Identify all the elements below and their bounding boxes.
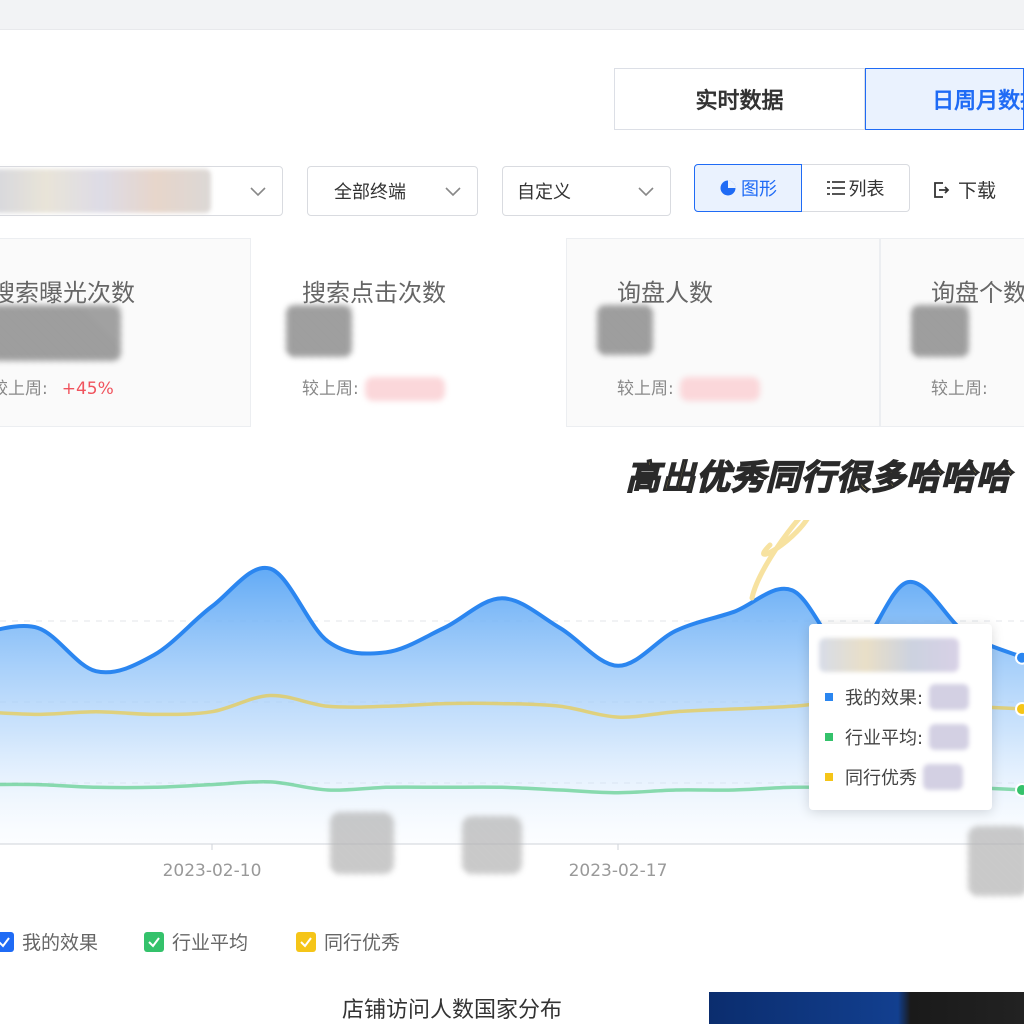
redacted-label — [462, 816, 522, 874]
map-panel — [709, 992, 1024, 1024]
metric-compare-value: +45% — [61, 379, 114, 399]
redacted-value — [0, 169, 211, 213]
tooltip-row-mine: 我的效果: — [825, 684, 970, 710]
chevron-down-icon — [445, 187, 461, 197]
annotation-arrow — [749, 520, 810, 601]
metric-title: 搜索点击次数 — [302, 279, 446, 307]
redacted-label — [330, 812, 394, 874]
chevron-down-icon — [638, 187, 654, 197]
legend-item-excellent[interactable]: 同行优秀 — [296, 928, 400, 955]
date-range-select[interactable]: 自定义 — [502, 166, 671, 216]
metric-compare: 较上周: — [617, 374, 760, 401]
series-point-1 — [1015, 783, 1024, 797]
series-point-2 — [1015, 702, 1024, 716]
metric-compare: 较上周: — [302, 374, 445, 401]
chart-view-label: 图形 — [741, 179, 777, 200]
metric-card-search-clicks[interactable]: 搜索点击次数 较上周: — [251, 238, 566, 427]
redacted-value — [286, 305, 352, 357]
pie-chart-icon — [720, 180, 736, 196]
chart-view-button[interactable]: 图形 — [694, 164, 802, 212]
legend-label: 行业平均 — [172, 932, 249, 954]
chart-tooltip: 我的效果: 行业平均: 同行优秀 — [809, 624, 992, 810]
x-tick-label: 2023-02-17 — [569, 861, 668, 881]
redacted-value — [923, 764, 963, 790]
legend-item-industry[interactable]: 行业平均 — [144, 928, 248, 955]
keyword-select[interactable] — [0, 166, 283, 216]
metric-card-inquiry-users[interactable]: 询盘人数 较上周: — [566, 238, 880, 427]
tooltip-row-excellent: 同行优秀 — [825, 764, 963, 790]
redacted-value — [929, 724, 970, 750]
checkbox-icon — [144, 931, 164, 952]
list-view-button[interactable]: 列表 — [802, 164, 910, 212]
metric-compare: 较上周: — [931, 379, 988, 399]
metric-title: 询盘人数 — [617, 279, 713, 307]
redacted-value — [597, 305, 653, 355]
redacted-value — [679, 377, 760, 401]
metric-title: 询盘个数 — [931, 279, 1024, 307]
chevron-down-icon — [250, 187, 266, 197]
view-toggle: 图形 列表 — [694, 164, 910, 212]
tooltip-label: 同行优秀 — [845, 768, 917, 789]
download-button[interactable]: 下载 — [932, 176, 996, 203]
list-icon — [826, 181, 845, 195]
series-dot — [825, 773, 833, 781]
tab-realtime[interactable]: 实时数据 — [614, 68, 866, 130]
annotation-text: 高出优秀同行很多哈哈哈 — [625, 457, 1011, 499]
tooltip-row-industry: 行业平均: — [825, 724, 970, 750]
metric-card-search-impressions[interactable]: 搜索曝光次数 较上周:+45% — [0, 238, 251, 427]
metric-title: 搜索曝光次数 — [0, 279, 135, 307]
tab-periodic[interactable]: 日周月数据 — [865, 68, 1024, 130]
redacted-value — [364, 377, 445, 401]
tooltip-label: 我的效果: — [845, 688, 924, 709]
metric-compare: 较上周:+45% — [0, 379, 114, 399]
date-range-value: 自定义 — [517, 182, 571, 203]
mode-tabs: 实时数据 日周月数据 — [614, 68, 1024, 130]
series-dot — [825, 733, 833, 741]
legend-item-mine[interactable]: 我的效果 — [0, 928, 98, 955]
x-tick-label: 2023-02-10 — [163, 861, 262, 881]
series-dot — [825, 693, 833, 701]
redacted-value — [911, 305, 969, 357]
export-icon — [934, 181, 950, 198]
terminal-select-value: 全部终端 — [334, 182, 406, 203]
redacted-date — [819, 638, 959, 672]
section-title: 店铺访问人数国家分布 — [342, 998, 563, 1023]
list-view-label: 列表 — [848, 179, 885, 200]
checkbox-icon — [296, 931, 316, 952]
legend-label: 我的效果 — [22, 932, 99, 954]
redacted-value — [929, 684, 970, 710]
terminal-select[interactable]: 全部终端 — [307, 166, 478, 216]
tooltip-label: 行业平均: — [845, 728, 924, 749]
redacted-label — [968, 826, 1024, 896]
series-point-0 — [1015, 650, 1024, 665]
metric-card-inquiry-count[interactable]: 询盘个数 较上周: — [880, 238, 1024, 427]
legend-label: 同行优秀 — [324, 932, 401, 954]
download-label: 下载 — [958, 180, 997, 202]
top-strip — [0, 0, 1024, 30]
checkbox-icon — [0, 931, 14, 952]
redacted-value — [0, 305, 121, 361]
